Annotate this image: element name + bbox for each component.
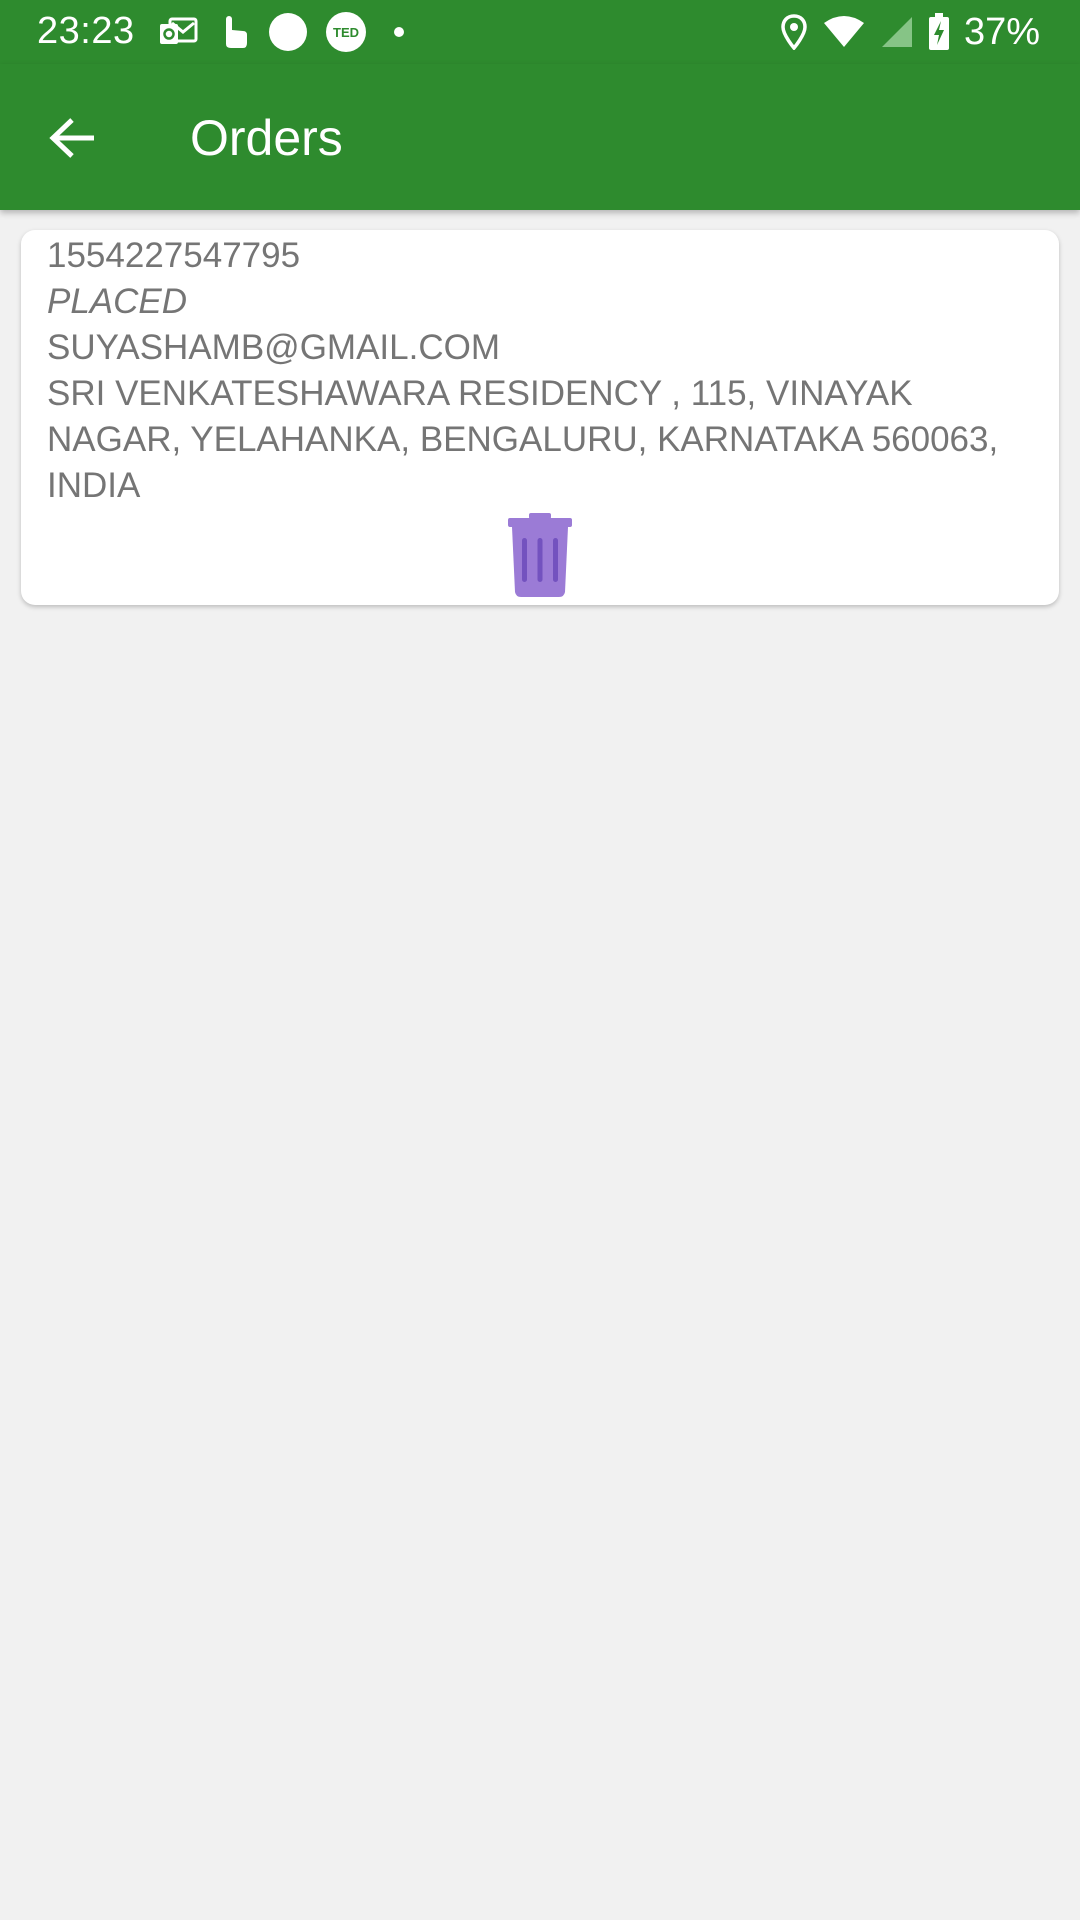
wifi-icon: [823, 16, 864, 47]
order-id: 1554227547795: [47, 236, 301, 275]
page-title: Orders: [190, 110, 343, 166]
location-icon: [781, 14, 807, 50]
order-email: SUYASHAMB@GMAIL.COM: [47, 328, 501, 367]
trash-icon: [508, 513, 572, 597]
ted-icon: TED: [326, 12, 366, 52]
ted-label: TED: [333, 24, 359, 40]
battery-percent: 37%: [963, 10, 1040, 53]
status-time: 23:23: [37, 10, 135, 52]
arrow-back-icon: [49, 118, 94, 158]
order-status: PLACED: [47, 282, 188, 321]
battery-icon: [928, 13, 949, 50]
notification-icons: TED: [158, 12, 414, 52]
order-address: SRI VENKATESHAWARA RESIDENCY , 115, VINA…: [47, 374, 999, 505]
touch-icon: [226, 16, 247, 48]
order-card[interactable]: 1554227547795 PLACED SUYASHAMB@GMAIL.COM…: [21, 230, 1059, 605]
signal-icon: [881, 17, 912, 47]
dot-icon: [394, 27, 404, 37]
app-bar: Orders: [0, 64, 1080, 210]
back-button[interactable]: [36, 102, 108, 174]
outlook-icon: [160, 17, 198, 44]
system-icons: 37%: [780, 10, 1040, 54]
circle-icon: [269, 13, 307, 51]
delete-order-button[interactable]: [505, 512, 575, 598]
status-bar: 23:23 TED 37%: [0, 0, 1080, 64]
